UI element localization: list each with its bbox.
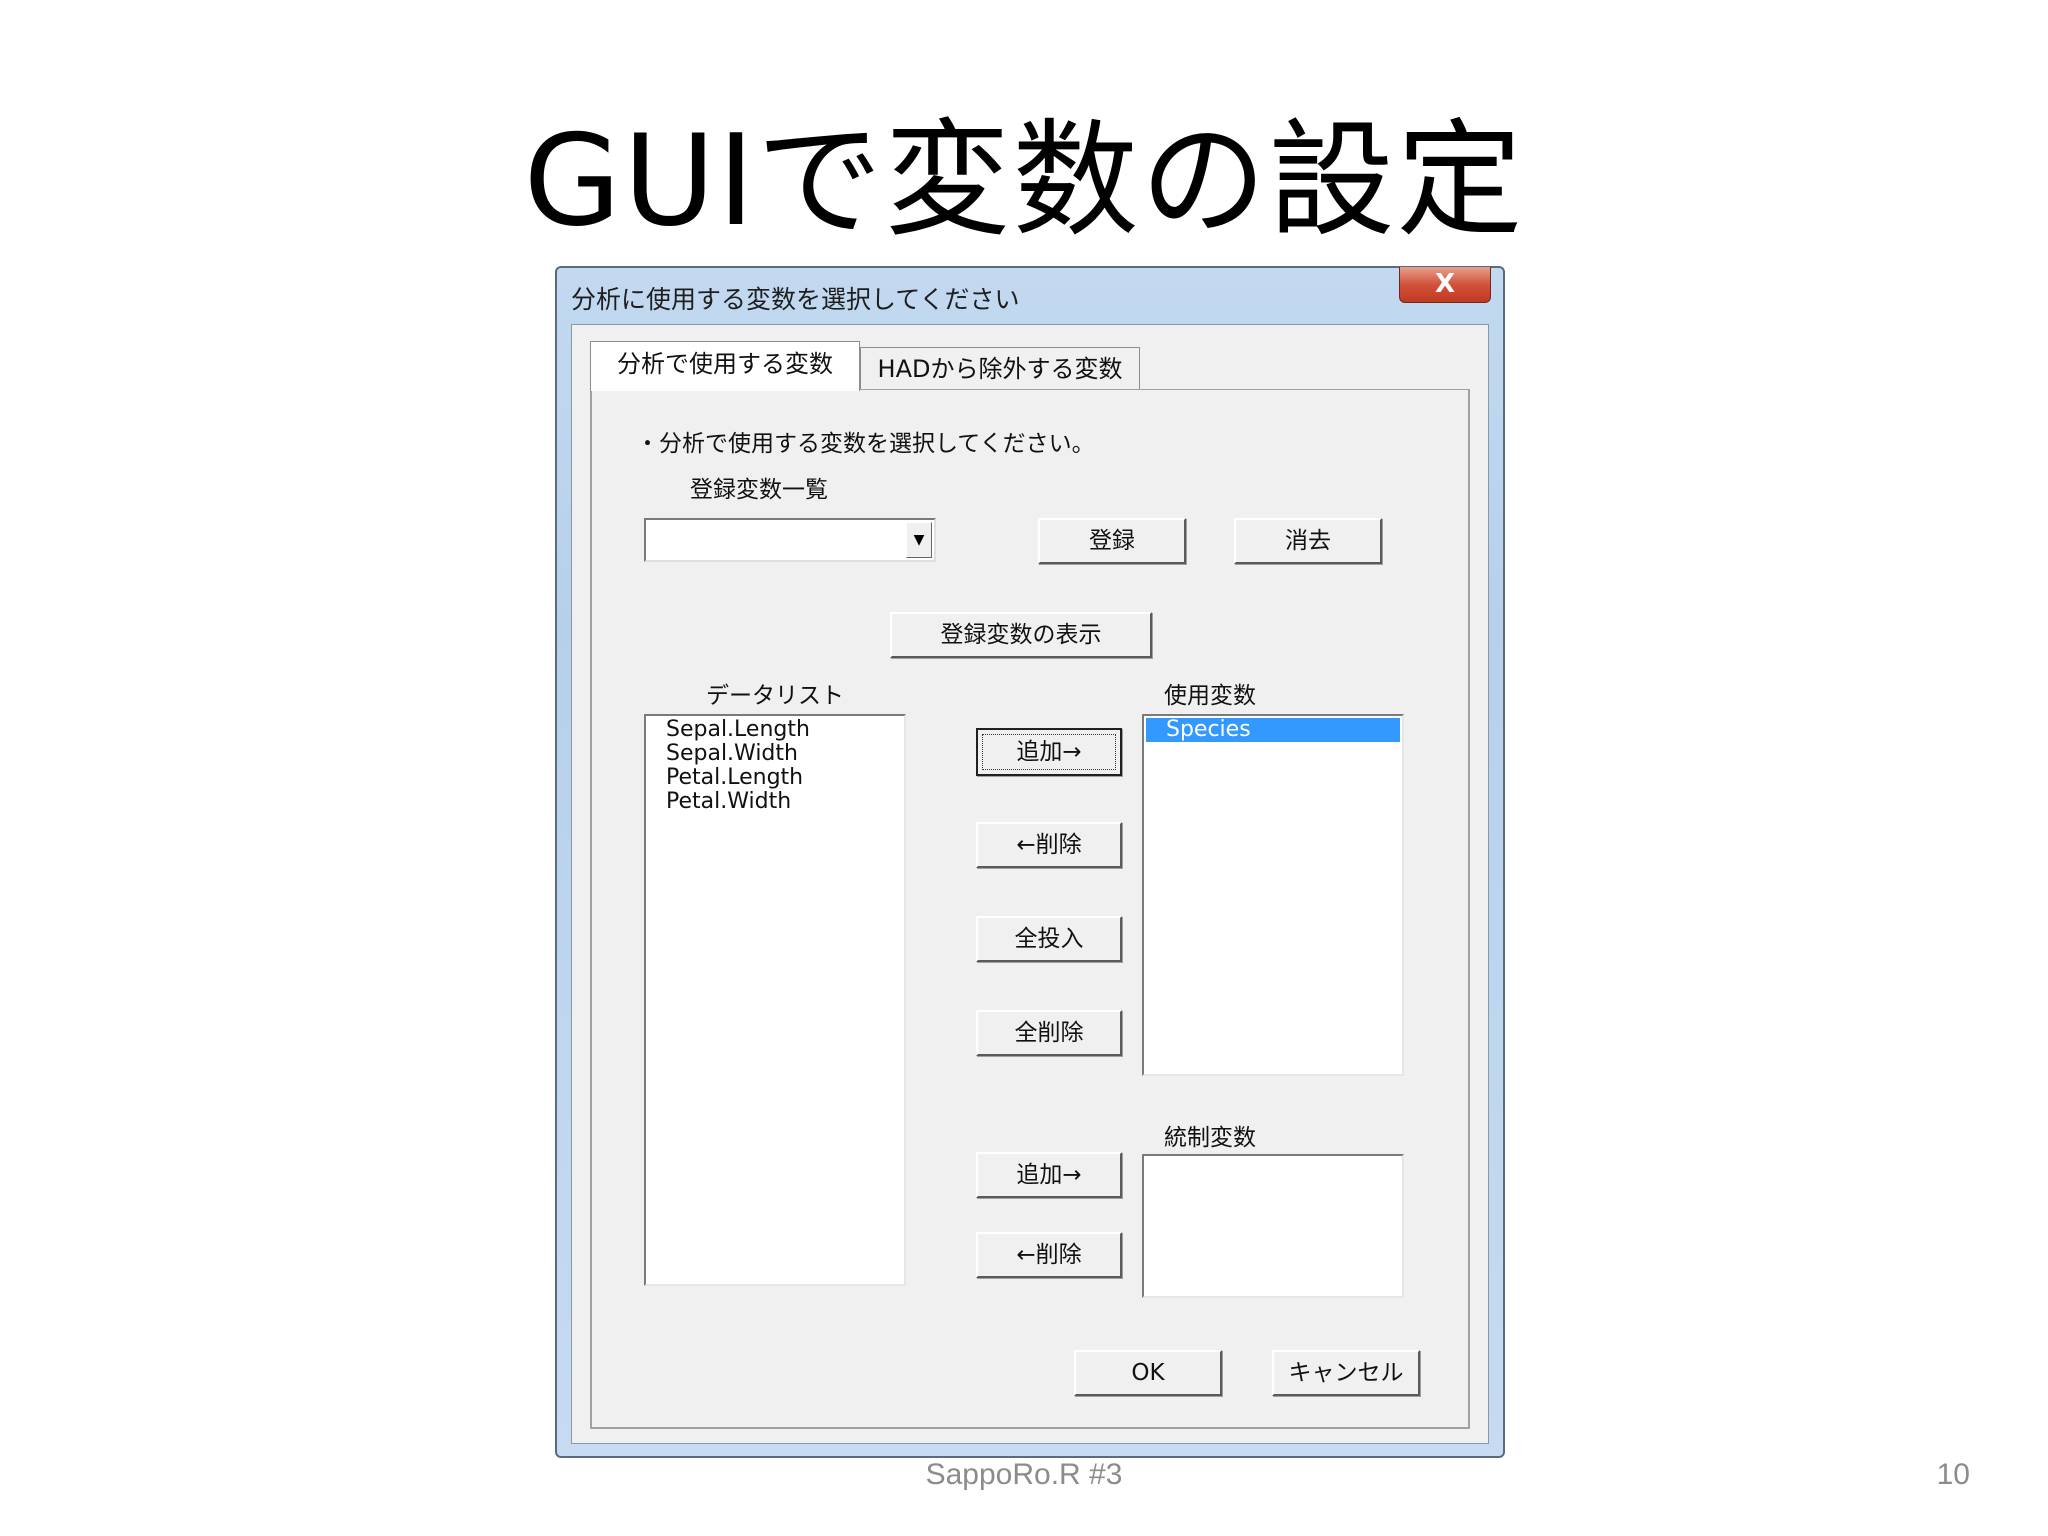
registered-variables-label: 登録変数一覧 [690, 477, 828, 503]
chevron-down-icon[interactable]: ▼ [906, 522, 932, 558]
focus-ring [982, 734, 1116, 770]
dialog-window: 分析に使用する変数を選択してください X 分析で使用する変数 HADから除外する… [555, 266, 1505, 1458]
page-number: 10 [1936, 1458, 1970, 1491]
list-item[interactable]: Petal.Length [646, 766, 904, 790]
control-variables-label: 統制変数 [1164, 1125, 1256, 1151]
data-list[interactable]: Sepal.Length Sepal.Width Petal.Length Pe… [644, 714, 906, 1286]
add-button[interactable]: 追加→ [976, 728, 1122, 776]
cancel-button[interactable]: キャンセル [1272, 1350, 1420, 1396]
control-remove-button[interactable]: ←削除 [976, 1232, 1122, 1278]
dialog-title: 分析に使用する変数を選択してください [571, 285, 1020, 314]
close-icon: X [1434, 269, 1456, 299]
instruction-text: ・分析で使用する変数を選択してください。 [636, 431, 1095, 457]
tab-analysis-variables[interactable]: 分析で使用する変数 [590, 341, 860, 391]
close-button[interactable]: X [1399, 267, 1491, 303]
footer-text: SappoRo.R #3 [925, 1458, 1123, 1491]
registered-variables-combo[interactable]: ▼ [644, 518, 936, 562]
register-button[interactable]: 登録 [1038, 518, 1186, 564]
remove-all-button[interactable]: 全削除 [976, 1010, 1122, 1056]
slide-title: GUIで変数の設定 [523, 107, 1525, 254]
dialog-client-area: 分析で使用する変数 HADから除外する変数 ・分析で使用する変数を選択してくださ… [571, 324, 1489, 1444]
list-item[interactable]: Sepal.Width [646, 742, 904, 766]
erase-button[interactable]: 消去 [1234, 518, 1382, 564]
tab-excluded-variables[interactable]: HADから除外する変数 [860, 347, 1140, 391]
used-variables-label: 使用変数 [1164, 683, 1256, 709]
ok-button[interactable]: OK [1074, 1350, 1222, 1396]
list-item[interactable]: Species [1146, 718, 1400, 742]
control-variables-list[interactable] [1142, 1154, 1404, 1298]
used-variables-list[interactable]: Species [1142, 714, 1404, 1076]
remove-button[interactable]: ←削除 [976, 822, 1122, 868]
control-add-button[interactable]: 追加→ [976, 1152, 1122, 1198]
list-item[interactable]: Petal.Width [646, 790, 904, 814]
add-all-button[interactable]: 全投入 [976, 916, 1122, 962]
data-list-label: データリスト [706, 683, 844, 709]
show-registered-button[interactable]: 登録変数の表示 [890, 612, 1152, 658]
tab-panel: ・分析で使用する変数を選択してください。 登録変数一覧 ▼ 登録 消去 登録変数… [590, 389, 1470, 1429]
list-item[interactable]: Sepal.Length [646, 718, 904, 742]
